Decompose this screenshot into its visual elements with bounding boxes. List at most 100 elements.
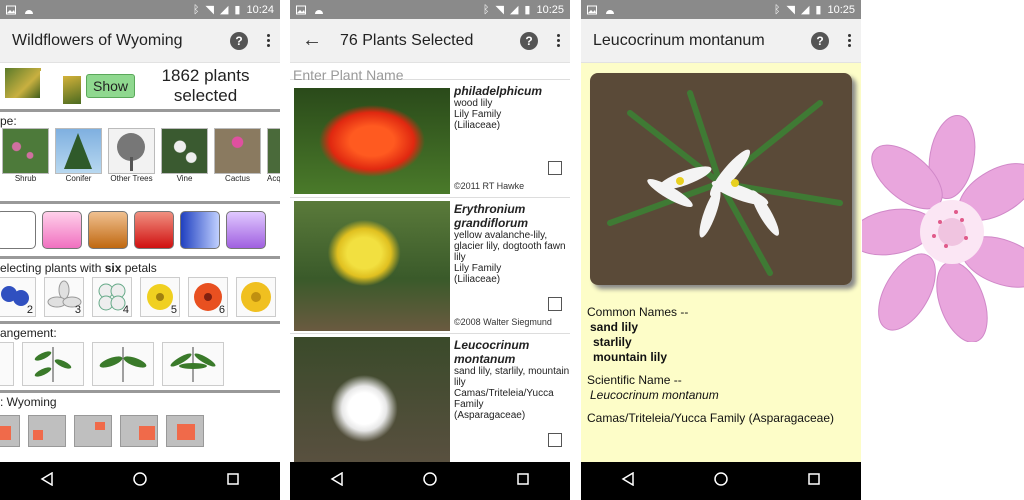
help-icon[interactable]: ?	[811, 31, 829, 50]
android-icon	[24, 5, 34, 15]
signal-icon: ◢	[509, 4, 519, 16]
home-nav-icon[interactable]	[133, 471, 147, 491]
type-tile-aquatic[interactable]: Acqu	[267, 128, 280, 183]
map-tile-3[interactable]	[74, 415, 112, 447]
scientific-name-header: Scientific Name --	[587, 373, 682, 387]
back-nav-icon[interactable]	[330, 471, 344, 491]
app-title: Wildflowers of Wyoming	[12, 31, 183, 49]
color-swatch-orange[interactable]	[88, 211, 128, 249]
system-nav-bar	[0, 462, 280, 500]
plant-detail-photo[interactable]	[590, 73, 852, 285]
app-bar: ← 76 Plants Selected ?	[290, 19, 570, 63]
status-bar: ᛒ ◥ ◢ ▮ 10:24	[0, 0, 280, 19]
plant-count: 1862 plants selected	[161, 66, 250, 105]
plant-photo	[294, 337, 450, 467]
bluetooth-icon: ᛒ	[192, 3, 200, 16]
detail-title: Leucocrinum montanum	[593, 31, 765, 49]
bluetooth-icon: ᛒ	[482, 3, 490, 16]
type-tile-conifer[interactable]: Conifer	[55, 128, 102, 183]
phone-detail-screen: ᛒ ◥ ◢ ▮ 10:25 Leucocrinum montanum ? Com…	[581, 0, 861, 500]
type-tile-vine[interactable]: Vine	[161, 128, 208, 183]
selected-thumbnails	[4, 65, 82, 107]
phone-home-screen: ᛒ ◥ ◢ ▮ 10:24 Wildflowers of Wyoming ? Show …	[0, 0, 280, 500]
list-item[interactable]: Leucocrinum montanum sand lily, starlily…	[290, 333, 570, 469]
back-nav-icon[interactable]	[40, 471, 54, 491]
petal-tile-2[interactable]: 2	[0, 277, 36, 317]
recents-nav-icon[interactable]	[516, 472, 530, 491]
recents-nav-icon[interactable]	[807, 472, 821, 491]
color-swatch-blue[interactable]	[180, 211, 220, 249]
app-bar: Leucocrinum montanum ?	[581, 19, 861, 63]
back-arrow-icon[interactable]: ←	[302, 29, 322, 52]
color-row	[0, 204, 280, 256]
color-swatch-white[interactable]	[0, 211, 36, 249]
select-checkbox[interactable]	[548, 433, 562, 447]
leaf-tile-basal[interactable]	[0, 342, 14, 386]
wifi-icon: ◥	[205, 4, 214, 16]
petal-tile-3[interactable]: 3	[44, 277, 84, 317]
signal-icon: ◢	[219, 4, 229, 16]
status-time: 10:25	[536, 3, 564, 16]
signal-icon: ◢	[800, 4, 810, 16]
color-swatch-pink[interactable]	[42, 211, 82, 249]
image-icon	[296, 5, 306, 15]
map-tile-5[interactable]	[166, 415, 204, 447]
overflow-menu-icon[interactable]	[843, 34, 855, 47]
color-swatch-red[interactable]	[134, 211, 174, 249]
system-nav-bar	[581, 462, 861, 500]
list-item[interactable]: Erythronium grandiflorum yellow avalanch…	[290, 197, 570, 333]
recents-nav-icon[interactable]	[226, 472, 240, 491]
plant-photo	[294, 201, 450, 331]
selection-summary: Show 1862 plants selected	[0, 63, 280, 109]
map-tile-1[interactable]	[0, 415, 20, 447]
type-tile-cactus[interactable]: Cactus	[214, 128, 261, 183]
help-icon[interactable]: ?	[230, 31, 248, 50]
thumbnail-2	[40, 71, 64, 101]
petal-tile-6[interactable]: 6	[188, 277, 228, 317]
battery-icon: ▮	[234, 4, 241, 16]
status-bar: ᛒ ◥ ◢ ▮ 10:25	[581, 0, 861, 19]
select-checkbox[interactable]	[548, 161, 562, 175]
petal-tile-4[interactable]: 4	[92, 277, 132, 317]
arrangement-label: angement:	[0, 326, 57, 340]
overflow-menu-icon[interactable]	[552, 34, 564, 47]
home-nav-icon[interactable]	[423, 471, 437, 491]
back-nav-icon[interactable]	[621, 471, 635, 491]
plant-details: Common Names -- sand lily starlily mount…	[587, 305, 855, 426]
leaf-arrangement-row	[0, 340, 280, 388]
common-name: starlily	[593, 335, 632, 349]
map-tile-2[interactable]	[28, 415, 66, 447]
list-title: 76 Plants Selected	[340, 31, 474, 49]
petal-row: 2 3 4 5 6	[0, 275, 280, 319]
map-row	[0, 409, 280, 453]
leaf-tile-opposite[interactable]	[92, 342, 154, 386]
star-lily-illustration	[590, 73, 852, 285]
color-swatch-purple[interactable]	[226, 211, 266, 249]
common-name: mountain lily	[593, 350, 668, 364]
leaf-tile-alternate[interactable]	[22, 342, 84, 386]
petal-tile-many[interactable]	[236, 277, 276, 317]
map-tile-4[interactable]	[120, 415, 158, 447]
status-bar: ᛒ ◥ ◢ ▮ 10:25	[290, 0, 570, 19]
show-button[interactable]: Show	[86, 74, 136, 98]
plant-info: philadelphicum wood lily Lily Family (Li…	[454, 80, 570, 197]
type-tile-shrub[interactable]: Shrub	[2, 128, 49, 183]
select-checkbox[interactable]	[548, 297, 562, 311]
detail-body: Common Names -- sand lily starlily mount…	[581, 63, 861, 462]
plant-info: Leucocrinum montanum sand lily, starlily…	[454, 334, 570, 469]
thumbnail-3	[62, 75, 82, 105]
leaf-tile-whorled[interactable]	[162, 342, 224, 386]
list-item[interactable]: philadelphicum wood lily Lily Family (Li…	[290, 79, 570, 197]
image-icon	[6, 5, 16, 15]
type-row: Shrub Conifer Other Trees Vine Cactus Ac…	[0, 128, 280, 183]
petal-tile-5[interactable]: 5	[140, 277, 180, 317]
thumbnail-1	[4, 67, 42, 99]
overflow-menu-icon[interactable]	[262, 34, 274, 47]
type-tile-other-trees[interactable]: Other Trees	[108, 128, 155, 183]
common-name: sand lily	[590, 320, 639, 334]
status-time: 10:24	[246, 3, 274, 16]
screenshot-collage: ᛒ ◥ ◢ ▮ 10:24 Wildflowers of Wyoming ? Show …	[0, 0, 1024, 500]
home-nav-icon[interactable]	[714, 471, 728, 491]
plant-info: Erythronium grandiflorum yellow avalanch…	[454, 202, 566, 327]
help-icon[interactable]: ?	[520, 31, 538, 50]
